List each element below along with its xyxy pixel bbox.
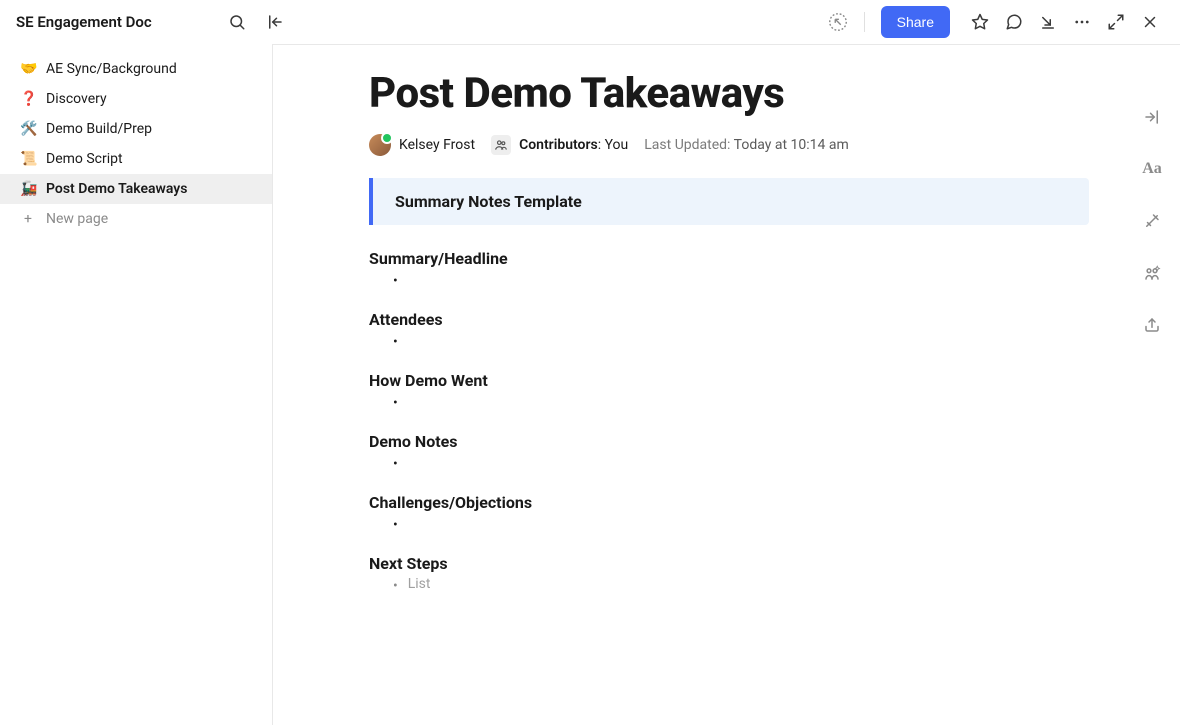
star-icon[interactable] [966, 8, 994, 36]
bullet-icon: • [393, 515, 398, 535]
doc-meta: Kelsey Frost Contributors: You Last Upda… [369, 134, 1124, 156]
scroll-icon: 📜 [20, 151, 36, 167]
export-icon[interactable] [1136, 309, 1168, 341]
page-title[interactable]: Post Demo Takeaways [369, 69, 1124, 118]
section-heading[interactable]: Next Steps [369, 554, 1124, 573]
section-heading[interactable]: Summary/Headline [369, 249, 1124, 268]
topbar-left: SE Engagement Doc [16, 8, 289, 36]
bullet-icon: • [393, 454, 398, 474]
bullet-item[interactable]: • [369, 512, 1124, 538]
sidebar: 🤝 AE Sync/Background ❓ Discovery 🛠️ Demo… [0, 44, 273, 725]
train-icon: 🚂 [20, 181, 36, 197]
close-icon[interactable] [1136, 8, 1164, 36]
sidebar-item-post-demo[interactable]: 🚂 Post Demo Takeaways [0, 174, 272, 204]
bullet-item[interactable]: • [369, 390, 1124, 416]
doc-body[interactable]: Summary/Headline • Attendees • How Demo … [369, 249, 1124, 599]
bullet-item[interactable]: • [369, 268, 1124, 294]
contributors-block[interactable]: Contributors: You [491, 135, 628, 155]
automation-icon[interactable] [1136, 257, 1168, 289]
contributors-label: Contributors: You [519, 137, 628, 153]
sidebar-item-label: New page [46, 211, 108, 227]
sidebar-item-label: Post Demo Takeaways [46, 181, 187, 197]
sidebar-item-demo-script[interactable]: 📜 Demo Script [0, 144, 272, 174]
last-updated: Last Updated: Today at 10:14 am [644, 137, 848, 153]
contributors-icon [491, 135, 511, 155]
last-updated-value: Today at 10:14 am [734, 137, 849, 153]
handshake-icon: 🤝 [20, 61, 36, 77]
tools-icon: 🛠️ [20, 121, 36, 137]
ai-icon[interactable] [1136, 205, 1168, 237]
plus-icon: + [20, 211, 36, 227]
bullet-icon: • [393, 332, 398, 352]
section-heading[interactable]: Challenges/Objections [369, 493, 1124, 512]
document: Post Demo Takeaways Kelsey Frost Contrib… [273, 45, 1124, 725]
content-area: Post Demo Takeaways Kelsey Frost Contrib… [273, 44, 1180, 725]
bullet-icon: • [393, 576, 398, 596]
right-rail: Aa [1124, 45, 1180, 725]
owner-name: Kelsey Frost [399, 137, 475, 153]
question-icon: ❓ [20, 91, 36, 107]
section-heading[interactable]: How Demo Went [369, 371, 1124, 390]
main: 🤝 AE Sync/Background ❓ Discovery 🛠️ Demo… [0, 44, 1180, 725]
bullet-item[interactable]: • List [369, 573, 1124, 599]
collapse-right-icon[interactable] [1136, 101, 1168, 133]
sidebar-item-label: Demo Script [46, 151, 123, 167]
bullet-item[interactable]: • [369, 329, 1124, 355]
sidebar-item-label: Demo Build/Prep [46, 121, 152, 137]
bullet-text: List [408, 576, 431, 592]
bullet-icon: • [393, 393, 398, 413]
bullet-icon: • [393, 271, 398, 291]
last-updated-label: Last Updated: [644, 137, 730, 153]
sidebar-item-ae-sync[interactable]: 🤝 AE Sync/Background [0, 54, 272, 84]
more-icon[interactable] [1068, 8, 1096, 36]
divider [864, 12, 865, 32]
workspace-title[interactable]: SE Engagement Doc [16, 13, 213, 31]
owner-block[interactable]: Kelsey Frost [369, 134, 475, 156]
sidebar-new-page[interactable]: + New page [0, 204, 272, 234]
section-heading[interactable]: Attendees [369, 310, 1124, 329]
avatar [369, 134, 391, 156]
download-icon[interactable] [1034, 8, 1062, 36]
topbar: SE Engagement Doc Share [0, 0, 1180, 44]
topbar-right: Share [824, 6, 1164, 38]
bullet-item[interactable]: • [369, 451, 1124, 477]
search-icon[interactable] [223, 8, 251, 36]
tag-icon[interactable] [824, 8, 852, 36]
sidebar-item-demo-build[interactable]: 🛠️ Demo Build/Prep [0, 114, 272, 144]
expand-icon[interactable] [1102, 8, 1130, 36]
section-heading[interactable]: Demo Notes [369, 432, 1124, 451]
collapse-sidebar-icon[interactable] [261, 8, 289, 36]
sidebar-item-discovery[interactable]: ❓ Discovery [0, 84, 272, 114]
share-button[interactable]: Share [881, 6, 950, 38]
sidebar-item-label: AE Sync/Background [46, 61, 177, 77]
typography-icon[interactable]: Aa [1136, 153, 1168, 185]
comment-icon[interactable] [1000, 8, 1028, 36]
callout-summary-template[interactable]: Summary Notes Template [369, 178, 1089, 225]
sidebar-item-label: Discovery [46, 91, 107, 107]
